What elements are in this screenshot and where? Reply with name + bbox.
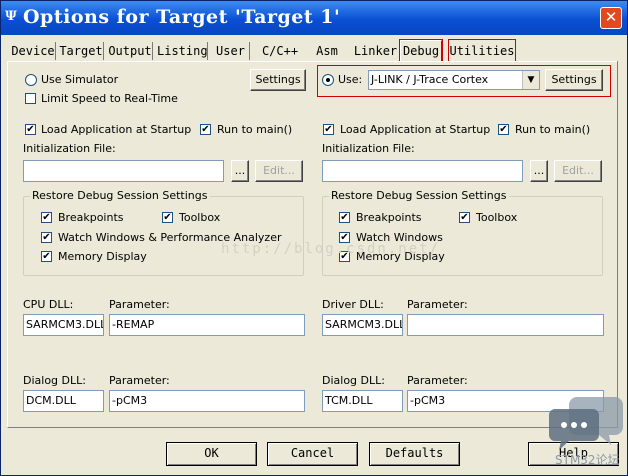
debugger-select[interactable]: J-LINK / J-Trace Cortex ▼	[368, 70, 540, 90]
left-memory-checkbox[interactable]: ✔	[41, 251, 52, 262]
left-watch-checkbox[interactable]: ✔	[41, 232, 52, 243]
use-simulator-label: Use Simulator	[41, 73, 119, 86]
right-run-to-main-label: Run to main()	[515, 123, 591, 136]
left-breakpoints-label: Breakpoints	[58, 211, 124, 224]
left-load-app-checkbox[interactable]: ✔	[25, 124, 36, 135]
dialog-title: Options for Target 'Target 1'	[23, 6, 341, 28]
left-init-file-input[interactable]	[23, 160, 224, 182]
right-toolbox-checkbox[interactable]: ✔	[459, 212, 470, 223]
left-run-to-main-checkbox[interactable]: ✔	[200, 124, 211, 135]
limit-speed-label: Limit Speed to Real-Time	[41, 92, 178, 105]
right-init-file-input[interactable]	[322, 160, 523, 182]
tab-c-cpp[interactable]: C/C++	[258, 42, 302, 60]
tab-user[interactable]: User	[212, 42, 250, 60]
use-debugger-radio[interactable]	[322, 74, 334, 86]
left-toolbox-checkbox[interactable]: ✔	[162, 212, 173, 223]
tab-target[interactable]: Target	[59, 42, 104, 60]
right-toolbox-label: Toolbox	[476, 211, 518, 224]
title-bar[interactable]: Ψ Options for Target 'Target 1' ✕	[1, 1, 627, 35]
use-simulator-radio[interactable]	[25, 74, 37, 86]
left-browse-button[interactable]: ...	[231, 160, 249, 182]
utilities-tab-highlight	[448, 39, 516, 62]
cancel-button[interactable]: Cancel	[267, 442, 358, 466]
right-breakpoints-label: Breakpoints	[356, 211, 422, 224]
tab-label: C/C++	[261, 44, 299, 58]
right-dialog-param-label: Parameter:	[407, 374, 468, 387]
right-dialog-dll-label: Dialog DLL:	[322, 374, 385, 387]
use-debugger-label: Use:	[338, 73, 363, 86]
tab-linker[interactable]: Linker	[353, 42, 398, 60]
tab-label: Listing	[157, 44, 208, 58]
tab-label: Target	[59, 44, 103, 58]
right-run-to-main-checkbox[interactable]: ✔	[498, 124, 509, 135]
right-load-app-label: Load Application at Startup	[340, 123, 491, 136]
tab-label: Output	[108, 44, 152, 58]
tab-label: Linker	[353, 44, 398, 58]
left-memory-label: Memory Display	[58, 250, 147, 263]
left-dialog-dll-label: Dialog DLL:	[23, 374, 86, 387]
cpu-param-input[interactable]: -REMAP	[109, 314, 305, 336]
close-icon: ✕	[604, 8, 618, 26]
right-browse-button[interactable]: ...	[530, 160, 548, 182]
left-breakpoints-checkbox[interactable]: ✔	[41, 212, 52, 223]
left-run-to-main-label: Run to main()	[217, 123, 293, 136]
driver-param-label: Parameter:	[407, 298, 468, 311]
right-breakpoints-checkbox[interactable]: ✔	[339, 212, 350, 223]
limit-speed-checkbox[interactable]	[25, 93, 36, 104]
left-init-file-label: Initialization File:	[23, 142, 116, 155]
cpu-dll-input[interactable]: SARMCM3.DLL	[23, 314, 104, 336]
cpu-param-label: Parameter:	[109, 298, 170, 311]
left-dialog-param-label: Parameter:	[109, 374, 170, 387]
simulator-settings-button[interactable]: Settings	[250, 69, 306, 91]
right-init-file-label: Initialization File:	[322, 142, 415, 155]
defaults-button[interactable]: Defaults	[369, 442, 460, 466]
left-load-app-label: Load Application at Startup	[41, 123, 192, 136]
tab-label: Device	[11, 44, 55, 58]
left-restore-group-title: Restore Debug Session Settings	[30, 189, 210, 203]
tab-label: Asm	[316, 44, 338, 58]
forum-watermark-text: STM32论坛	[555, 453, 620, 467]
driver-dll-label: Driver DLL:	[322, 298, 384, 311]
debugger-settings-button[interactable]: Settings	[545, 69, 603, 91]
cpu-dll-label: CPU DLL:	[23, 298, 74, 311]
left-dialog-dll-input[interactable]: DCM.DLL	[23, 390, 104, 412]
left-toolbox-label: Toolbox	[179, 211, 221, 224]
left-dialog-param-input[interactable]: -pCM3	[109, 390, 305, 412]
dropdown-arrow-icon[interactable]: ▼	[522, 71, 539, 89]
tab-listing[interactable]: Listing	[157, 42, 208, 60]
driver-param-input[interactable]	[407, 314, 604, 336]
right-load-app-checkbox[interactable]: ✔	[323, 124, 334, 135]
tab-device[interactable]: Device	[11, 42, 56, 60]
right-dialog-dll-input[interactable]: TCM.DLL	[322, 390, 403, 412]
close-button[interactable]: ✕	[600, 7, 622, 29]
options-dialog: Ψ Options for Target 'Target 1' ✕ Device…	[0, 0, 628, 476]
ok-button[interactable]: OK	[166, 442, 257, 466]
right-edit-button[interactable]: Edit...	[554, 160, 602, 182]
keil-app-icon: Ψ	[5, 9, 17, 24]
watermark-url: http://blog.csdn.net/	[221, 241, 441, 257]
driver-dll-input[interactable]: SARMCM3.DLL	[322, 314, 403, 336]
right-restore-group-title: Restore Debug Session Settings	[329, 189, 509, 203]
debugger-select-value: J-LINK / J-Trace Cortex	[371, 73, 489, 86]
tab-output[interactable]: Output	[108, 42, 153, 60]
tab-label: User	[216, 44, 245, 58]
debug-tab-highlight	[399, 39, 443, 62]
forum-watermark-logo: STM32论坛	[549, 393, 623, 469]
tab-asm[interactable]: Asm	[305, 42, 349, 60]
left-edit-button[interactable]: Edit...	[255, 160, 303, 182]
